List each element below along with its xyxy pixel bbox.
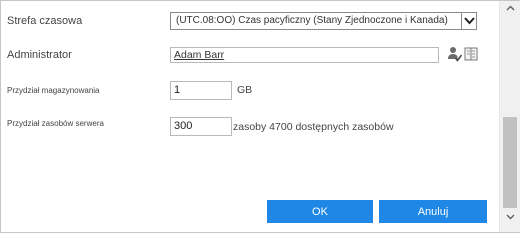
dialog: Strefa czasowa (UTC.08:OO) Czas pacyficz… [0, 0, 520, 233]
dialog-content: Strefa czasowa (UTC.08:OO) Czas pacyficz… [1, 1, 499, 234]
storage-quota-label: Przydział magazynowania [7, 86, 100, 95]
server-resource-unit: zasoby 4700 dostępnych zasobów [233, 121, 394, 133]
chevron-down-icon[interactable] [461, 13, 476, 29]
cancel-button[interactable]: Anuluj [379, 200, 487, 223]
storage-unit: GB [237, 84, 253, 96]
scrollbar-thumb[interactable] [503, 117, 517, 208]
time-zone-label: Strefa czasowa [7, 15, 83, 27]
administrator-label: Administrator [7, 49, 72, 61]
chevron-up-icon[interactable] [500, 1, 520, 15]
check-names-icon[interactable] [448, 46, 463, 62]
chevron-down-icon[interactable] [500, 210, 520, 224]
server-resource-quota-input[interactable]: 300 [170, 117, 232, 136]
vertical-scrollbar[interactable] [499, 1, 520, 232]
storage-quota-input[interactable]: 1 [170, 81, 232, 100]
server-resource-quota-label: Przydział zasobów serwera [7, 119, 104, 128]
ok-button[interactable]: OK [267, 200, 373, 223]
administrator-name[interactable]: Adam Barr [174, 49, 224, 61]
address-book-icon[interactable] [464, 47, 478, 61]
administrator-people-picker[interactable]: Adam Barr [170, 47, 439, 63]
time-zone-select[interactable]: (UTC.08:OO) Czas pacyficzny (Stany Zjedn… [170, 12, 477, 30]
time-zone-selected-value: (UTC.08:OO) Czas pacyficzny (Stany Zjedn… [176, 15, 448, 26]
